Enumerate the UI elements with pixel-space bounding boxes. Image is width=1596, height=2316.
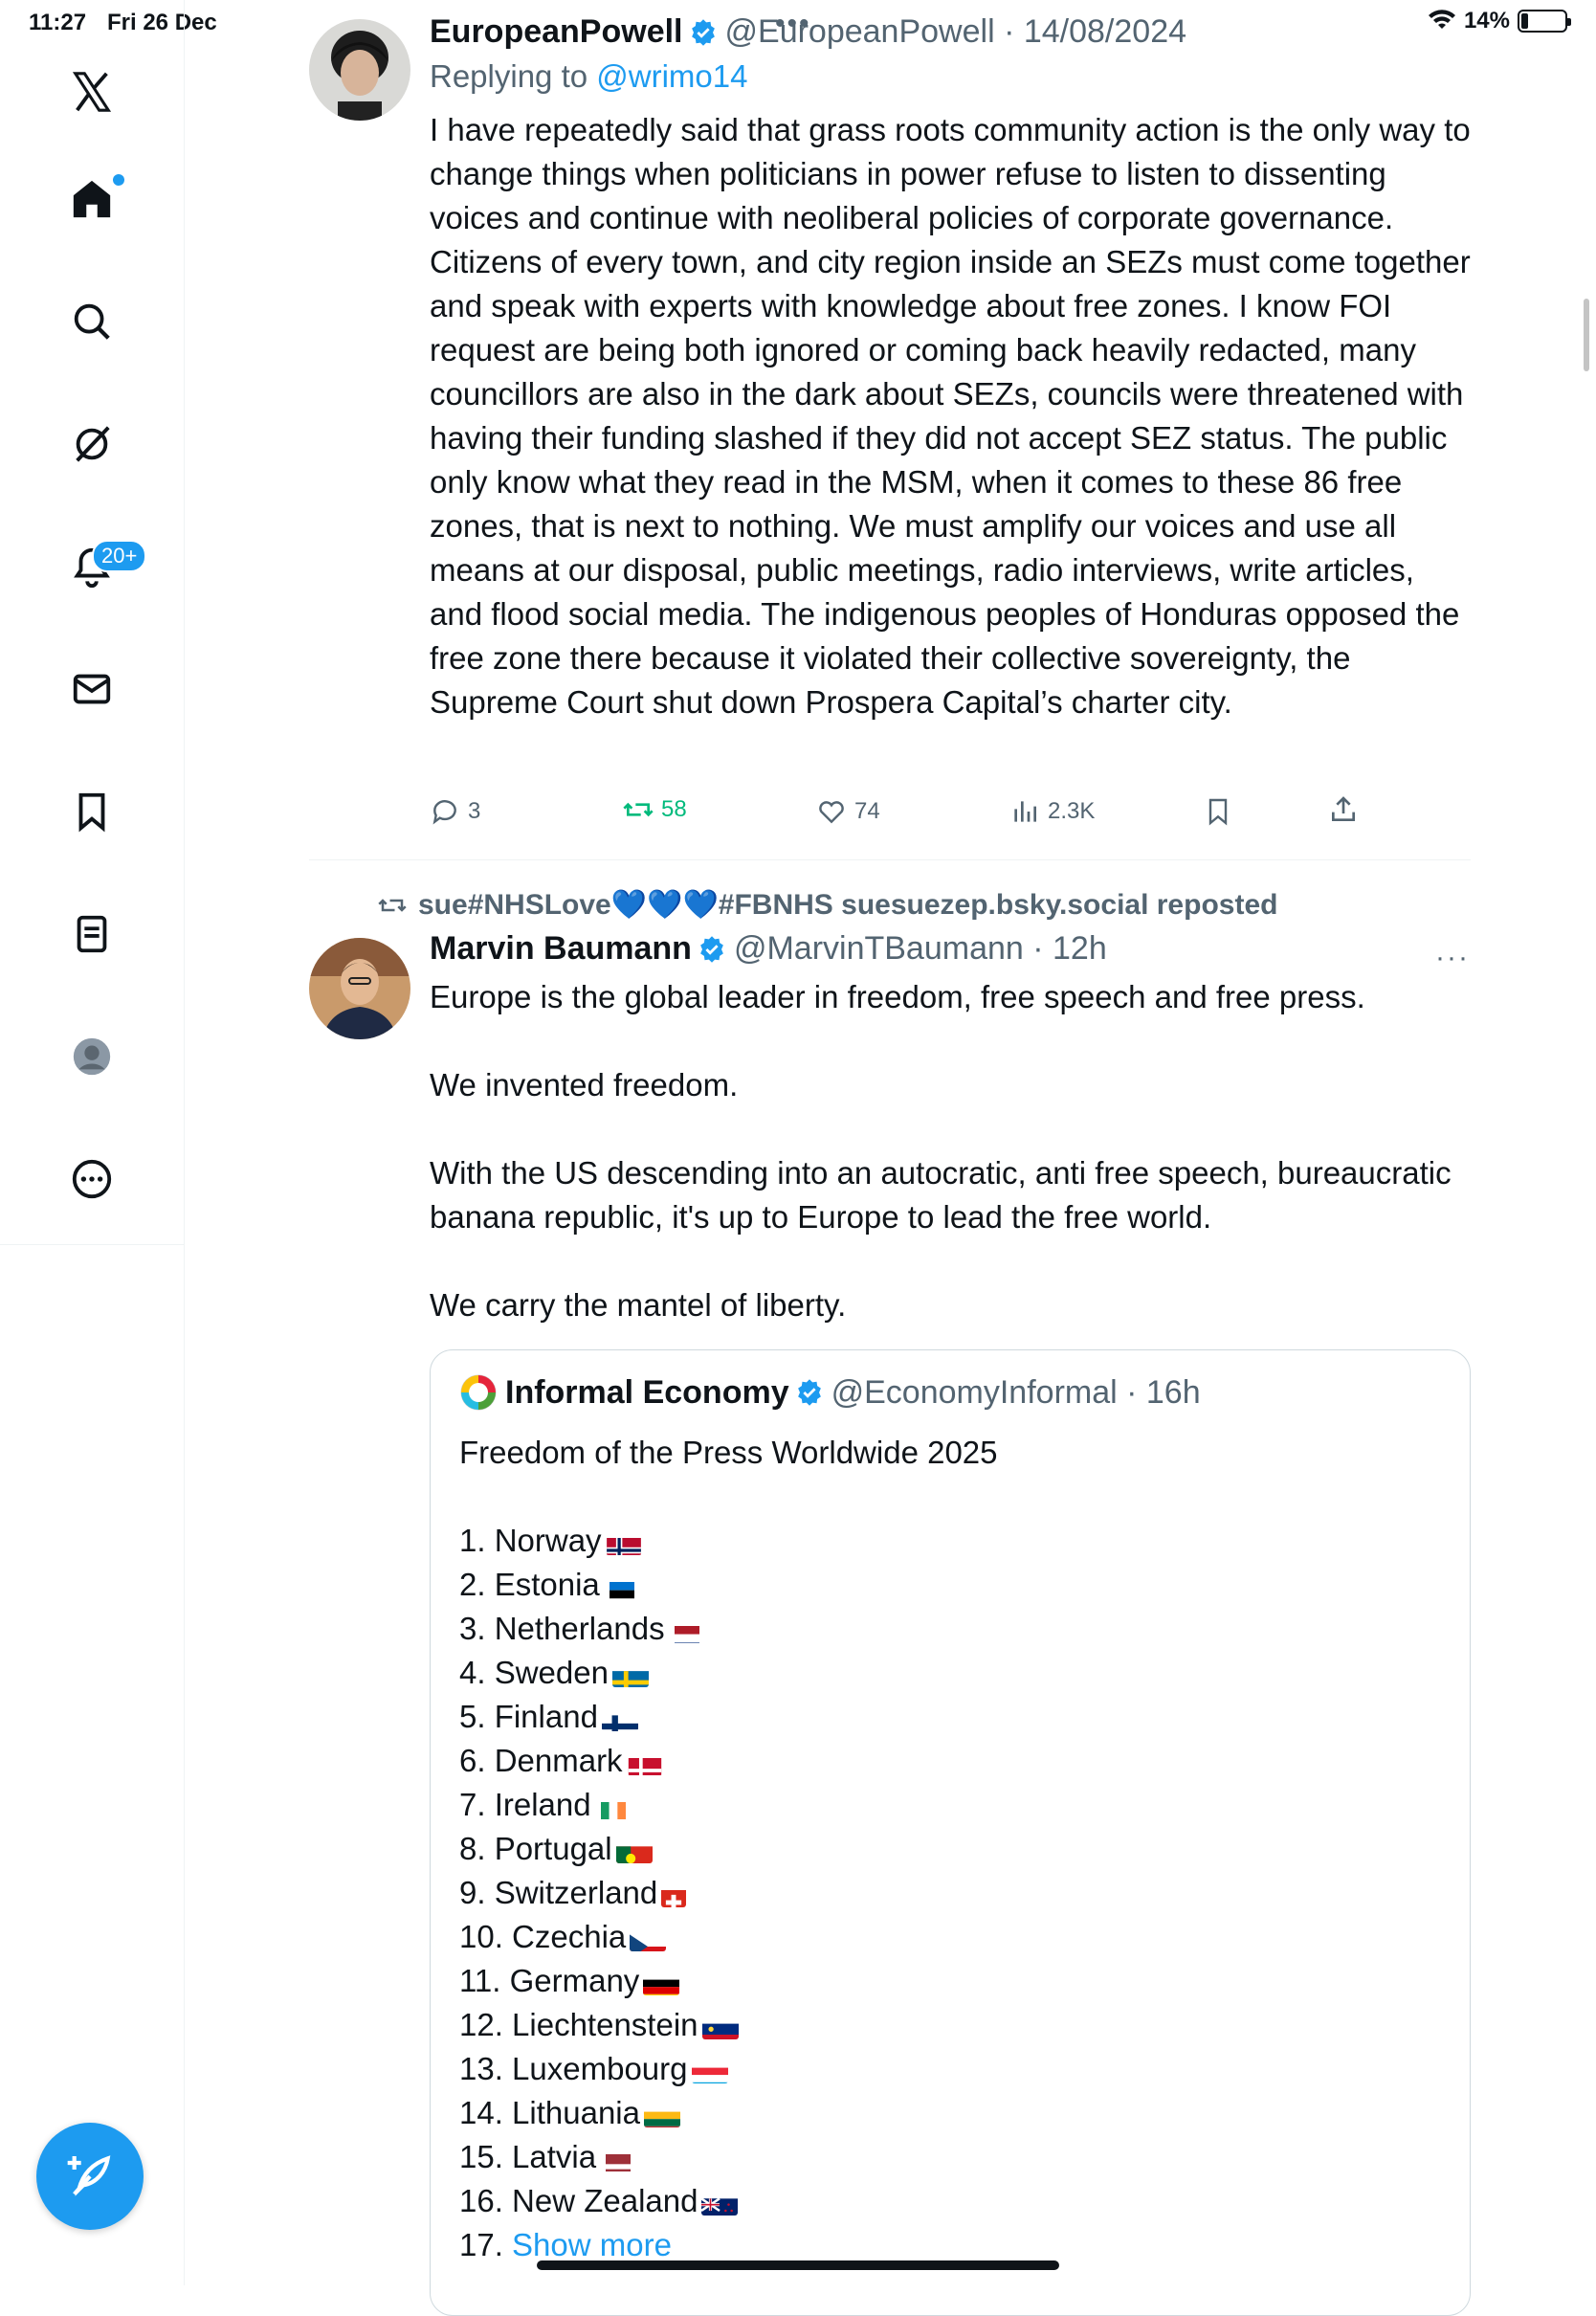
quote-author-name[interactable]: Informal Economy [505,1374,789,1412]
norway-flag-icon [606,1530,642,1556]
verified-badge-icon [797,1379,821,1406]
notification-badge: 20+ [92,540,147,572]
bell-icon[interactable]: 20+ [54,528,147,605]
repost-icon [623,802,654,817]
denmark-flag-icon [627,1750,663,1776]
list-item: 10. Czechia [459,1915,739,1959]
list-item: 3. Netherlands [459,1607,739,1651]
repost-button[interactable]: 58 [623,794,687,825]
list-item: 15. Latvia [459,2135,739,2179]
list-item: 5. Finland [459,1695,739,1739]
share-button[interactable] [1328,794,1359,825]
home-indicator[interactable] [537,2260,1059,2270]
list-item: 9. Switzerland [459,1871,739,1915]
press-freedom-list: 1. Norway 2. Estonia 3. Netherlands 4. S… [459,1519,739,2267]
grok-icon[interactable] [54,406,130,482]
germany-flag-icon [643,1971,680,1996]
latvia-flag-icon [600,2147,636,2172]
view-count: 2.3K [1048,798,1096,824]
home-icon[interactable] [54,161,130,237]
compose-button[interactable] [36,2123,144,2230]
list-item: 4. Sweden [459,1651,739,1695]
author-handle[interactable]: @MarvinTBaumann · 12h [734,930,1107,968]
estonia-flag-icon [604,1574,640,1600]
views-button[interactable]: 2.3K [1009,796,1095,827]
replying-prefix: Replying to [430,58,597,94]
like-button[interactable]: 74 [816,796,880,827]
list-item: 8. Portugal [459,1827,739,1871]
sweden-flag-icon [611,1662,649,1688]
like-count: 74 [854,798,880,824]
reply-icon [432,800,456,825]
list-item: 6. Denmark [459,1739,739,1783]
author-handle[interactable]: @EuropeanPowell · 14/08/2024 [725,13,1187,51]
czechia-flag-icon [630,1926,667,1952]
list-item: 2. Estonia [459,1563,739,1607]
reposted-by-line[interactable]: sue#NHSLove💙💙💙#FBNHS suesuezep.bsky.soci… [378,888,1277,922]
list-item: 11. Germany [459,1959,739,2003]
quote-author-handle[interactable]: @EconomyInformal · 16h [831,1374,1201,1412]
tweet-text: Europe is the global leader in freedom, … [430,979,1452,1323]
list-item: 12. Liechtenstein [459,2003,739,2047]
list-item: 1. Norway [459,1519,739,1563]
replying-to: Replying to @wrimo14 [430,58,1473,95]
ireland-flag-icon [595,1794,632,1820]
list-item: 13. Luxembourg [459,2047,739,2091]
share-icon [1332,796,1355,821]
list-item: 14. Lithuania [459,2091,739,2135]
quote-tweet-card[interactable]: Informal Economy @EconomyInformal · 16h … [430,1349,1471,2316]
repost-count: 58 [661,796,687,822]
quote-title: Freedom of the Press Worldwide 2025 [459,1435,998,1470]
tweet-divider [309,859,1471,860]
verified-badge-icon [691,18,715,46]
show-more-link[interactable]: Show more [512,2227,672,2262]
list-item: 7. Ireland [459,1783,739,1827]
bookmark-icon[interactable] [54,773,130,850]
more-options-icon[interactable]: ··· [1435,942,1470,974]
liechtenstein-flag-icon [701,2015,739,2040]
new-zealand-flag-icon [701,2191,739,2216]
netherlands-flag-icon [669,1618,705,1644]
views-icon [1014,801,1036,822]
informal-economy-avatar[interactable] [459,1373,498,1412]
scrollbar[interactable] [1584,299,1589,371]
reply-button[interactable]: 3 [430,796,480,827]
more-icon[interactable] [54,1141,130,1217]
reply-count: 3 [468,798,481,824]
verified-badge-icon [700,935,723,963]
finland-flag-icon [601,1706,638,1732]
avatar[interactable] [309,19,410,121]
repost-icon [378,898,407,912]
new-posts-dot [113,174,124,186]
author-name[interactable]: EuropeanPowell [430,13,683,51]
bookmark-button[interactable] [1203,796,1233,827]
lithuania-flag-icon [644,2103,680,2128]
battery-icon [1518,10,1571,33]
reposted-by-text: sue#NHSLove💙💙💙#FBNHS suesuezep.bsky.soci… [418,889,1278,921]
replying-to-link[interactable]: @wrimo14 [596,58,747,94]
tweet-text: I have repeatedly said that grass roots … [430,112,1479,720]
profile-icon[interactable] [54,1018,130,1095]
luxembourg-flag-icon [691,2059,728,2084]
lists-icon[interactable] [54,896,130,972]
bookmark-icon [1208,798,1228,826]
avatar[interactable] [309,938,410,1039]
compose-icon [67,2155,111,2196]
search-icon[interactable] [54,283,130,360]
switzerland-flag-icon [661,1882,687,1908]
portugal-flag-icon [615,1838,653,1864]
mail-icon[interactable] [54,651,130,727]
x-logo-icon[interactable] [54,54,130,130]
sidebar-divider [0,1244,185,1245]
heart-icon [819,801,844,824]
author-name[interactable]: Marvin Baumann [430,930,692,968]
list-item: 16. New Zealand [459,2179,739,2223]
sidebar: 20+ [0,0,185,2285]
